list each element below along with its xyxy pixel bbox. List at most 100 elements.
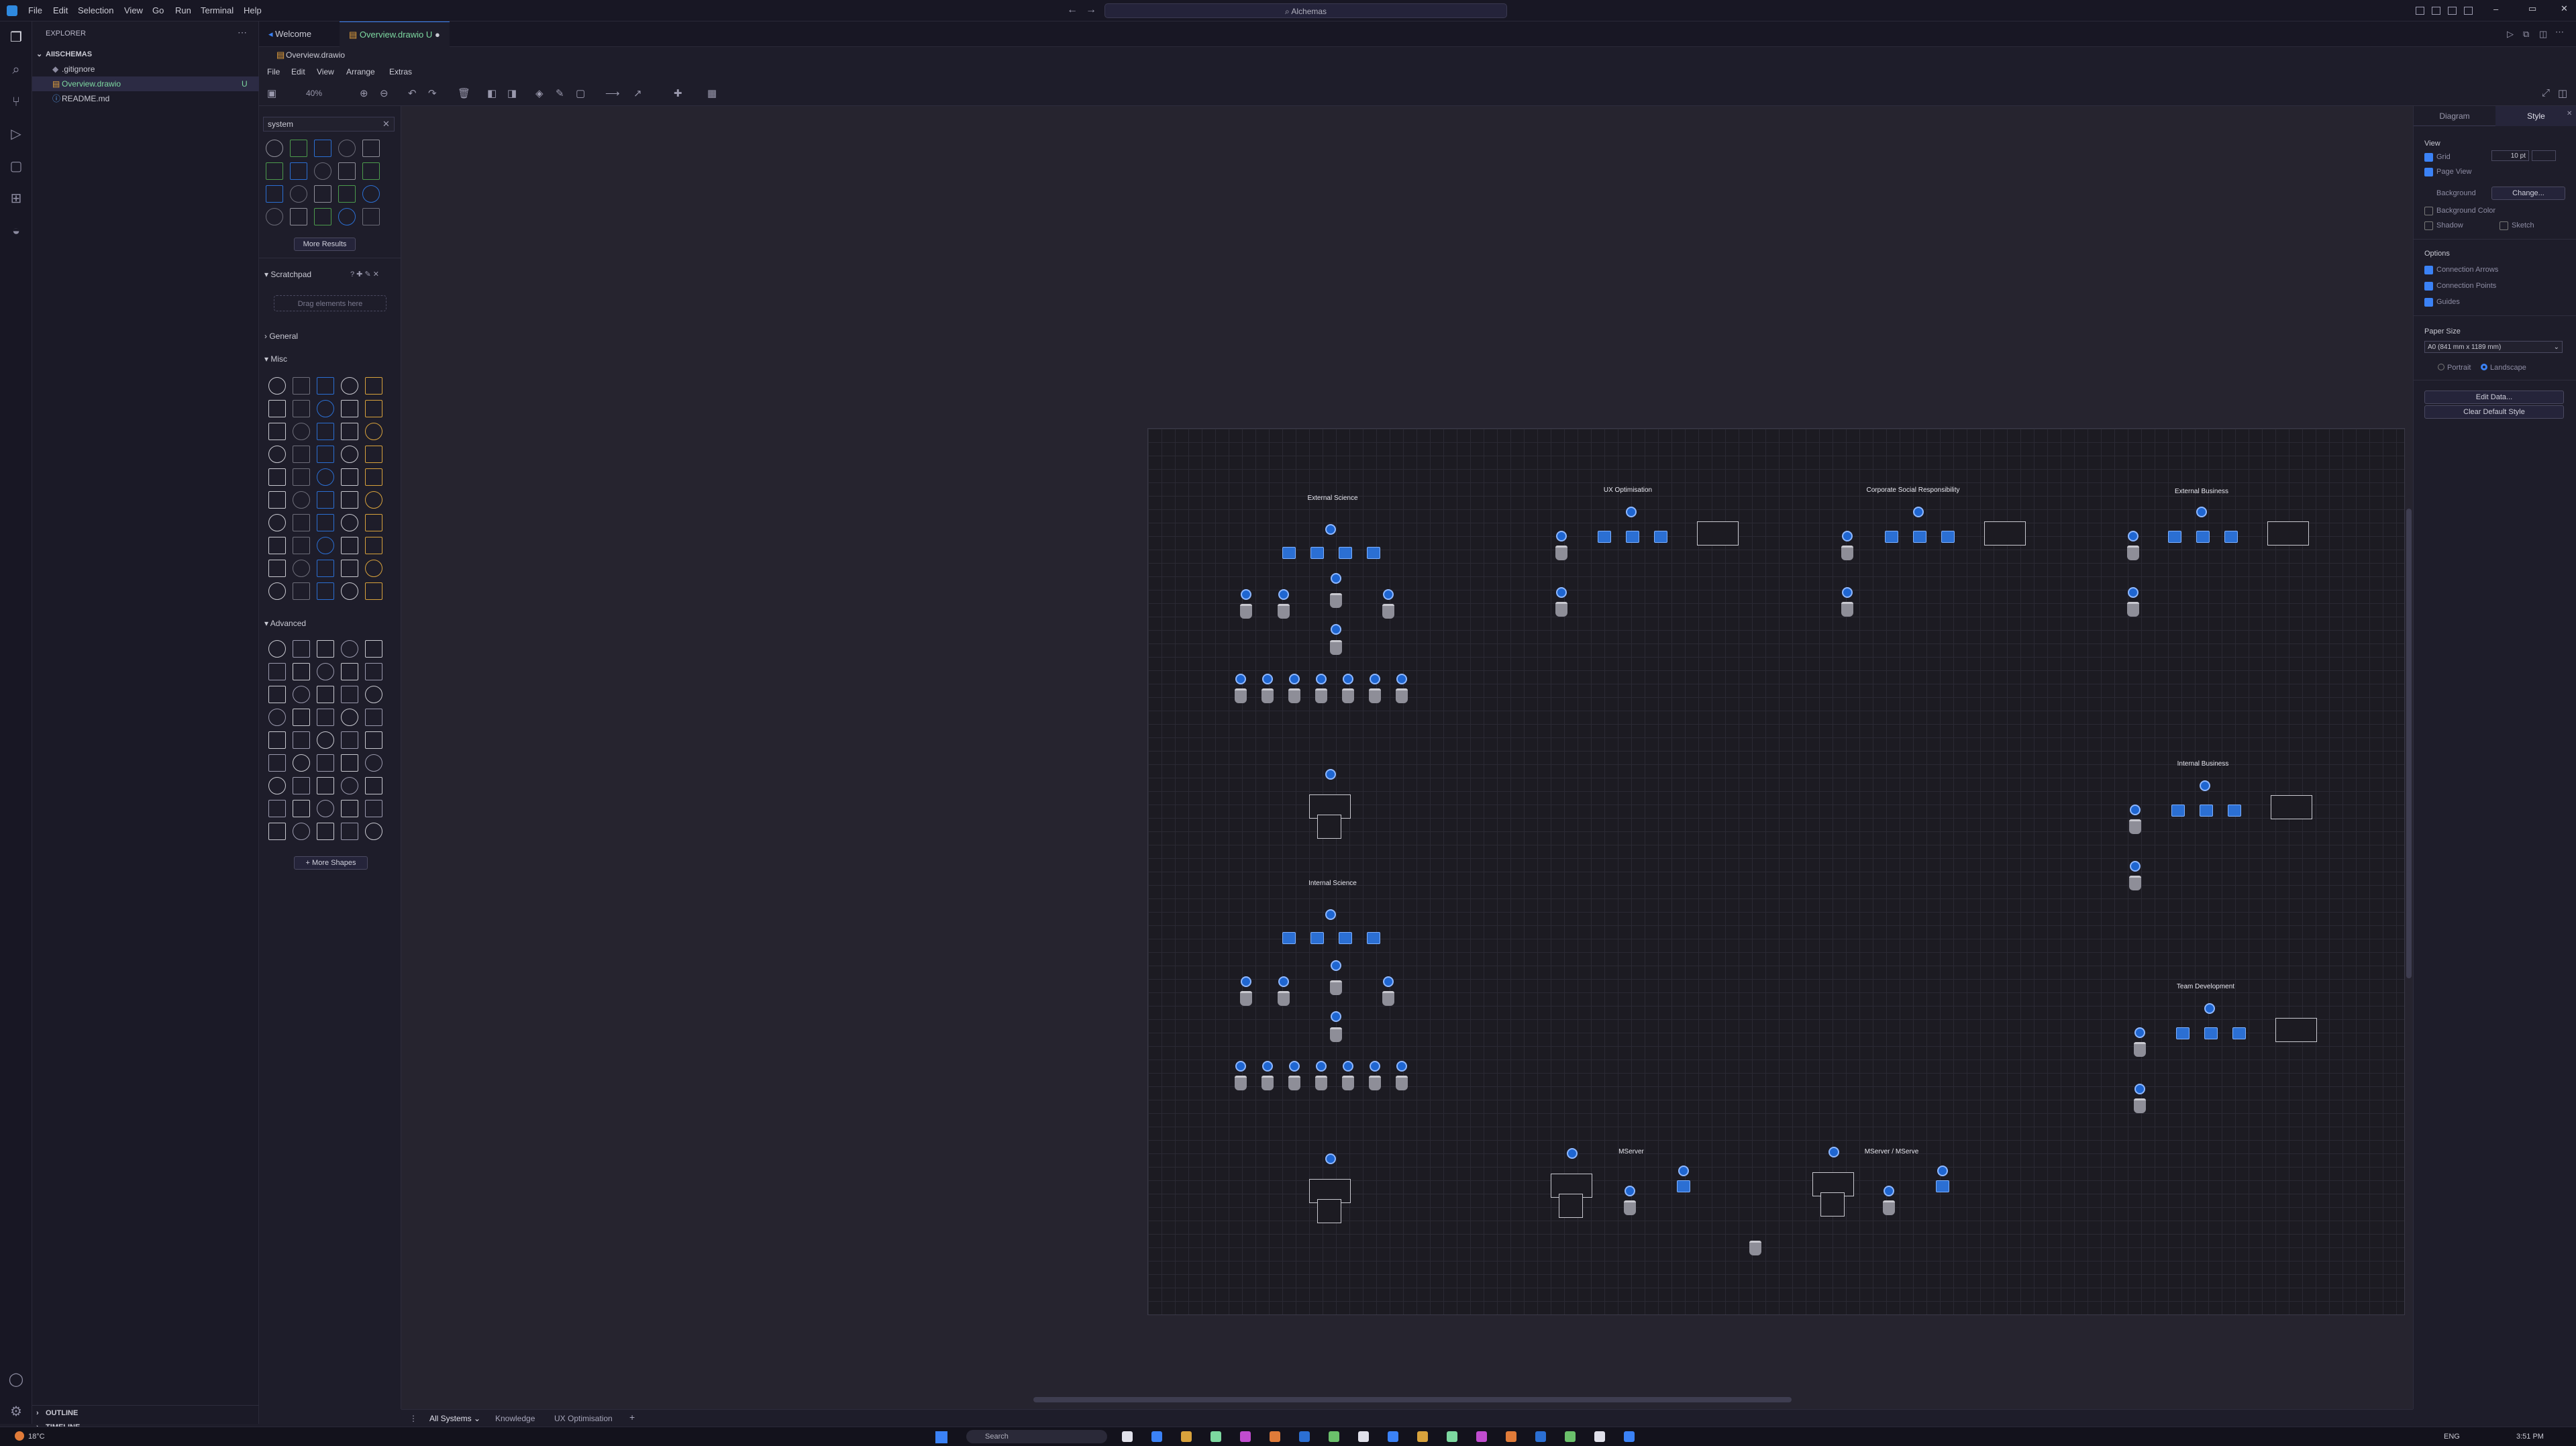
shape-thumbnail[interactable] bbox=[293, 377, 310, 395]
service-block[interactable] bbox=[2196, 531, 2210, 543]
shape-thumbnail[interactable] bbox=[293, 491, 310, 509]
group-title[interactable]: Internal Business bbox=[2177, 760, 2229, 768]
diagram-layer[interactable]: External Science UX Optimisation Corporate… bbox=[1148, 429, 2406, 1316]
fullscreen-icon[interactable]: ⤢ bbox=[2542, 87, 2550, 99]
service-card[interactable] bbox=[1697, 521, 1739, 546]
shape-thumbnail[interactable] bbox=[268, 663, 286, 680]
service-block[interactable] bbox=[1282, 932, 1296, 944]
outline-section[interactable]: › OUTLINE bbox=[32, 1405, 259, 1421]
taskbar-app-icon[interactable] bbox=[1240, 1431, 1251, 1442]
format-panel-toggle-icon[interactable]: ▣ bbox=[267, 87, 276, 99]
shape-thumbnail[interactable] bbox=[314, 140, 331, 157]
shape-thumbnail[interactable] bbox=[317, 686, 334, 703]
group-title[interactable]: Internal Science bbox=[1308, 880, 1357, 887]
shape-thumbnail[interactable] bbox=[317, 709, 334, 726]
shape-thumbnail[interactable] bbox=[268, 709, 286, 726]
grid-color-swatch[interactable] bbox=[2532, 150, 2556, 161]
database-node[interactable] bbox=[1278, 604, 1290, 619]
grid-checkbox[interactable] bbox=[2424, 153, 2433, 162]
shape-thumbnail[interactable] bbox=[268, 582, 286, 600]
shape-thumbnail[interactable] bbox=[341, 377, 358, 395]
shape-thumbnail[interactable] bbox=[341, 582, 358, 600]
connector-node[interactable] bbox=[1331, 960, 1341, 971]
service-block[interactable] bbox=[2168, 531, 2181, 543]
page-view-checkbox[interactable] bbox=[2424, 168, 2433, 176]
shape-thumbnail[interactable] bbox=[341, 686, 358, 703]
shape-thumbnail[interactable] bbox=[317, 754, 334, 772]
connector-node[interactable] bbox=[1235, 1061, 1246, 1072]
layout-controls[interactable] bbox=[2416, 5, 2483, 16]
shape-thumbnail[interactable] bbox=[293, 823, 310, 840]
run-icon[interactable]: ▷ bbox=[2507, 29, 2514, 40]
database-node[interactable] bbox=[1261, 1076, 1274, 1090]
weather-temp[interactable]: 18°C bbox=[28, 1433, 45, 1441]
shape-thumbnail[interactable] bbox=[317, 537, 334, 554]
connector-node[interactable] bbox=[1343, 674, 1353, 684]
shape-thumbnail[interactable] bbox=[293, 800, 310, 817]
misc-section[interactable]: ▾ Misc bbox=[264, 354, 287, 364]
arrow-right-icon[interactable]: → bbox=[1086, 4, 1096, 16]
database-node[interactable] bbox=[1342, 688, 1354, 703]
drawio-menu-extras[interactable]: Extras bbox=[389, 67, 412, 76]
shape-thumbnail[interactable] bbox=[338, 162, 356, 180]
connector-node[interactable] bbox=[1235, 674, 1246, 684]
shadow-checkbox[interactable] bbox=[2424, 221, 2433, 230]
database-node[interactable] bbox=[1288, 688, 1300, 703]
toggle-sidebar-icon[interactable] bbox=[2416, 7, 2424, 15]
database-node[interactable] bbox=[1369, 688, 1381, 703]
connector-node[interactable] bbox=[2130, 805, 2141, 815]
service-block[interactable] bbox=[1677, 1180, 1690, 1192]
shape-thumbnail[interactable] bbox=[293, 537, 310, 554]
shape-thumbnail[interactable] bbox=[365, 423, 382, 440]
connector-node[interactable] bbox=[1325, 1153, 1336, 1164]
file-item-selected[interactable]: ▤ Overview.drawio U bbox=[32, 76, 259, 91]
connector-node[interactable] bbox=[1842, 531, 1853, 541]
connector-node[interactable] bbox=[2200, 780, 2210, 791]
pages-menu-icon[interactable]: ⋮ bbox=[409, 1414, 417, 1423]
shape-thumbnail[interactable] bbox=[317, 560, 334, 577]
split-editor-icon[interactable]: ◫ bbox=[2539, 29, 2547, 40]
shape-thumbnail[interactable] bbox=[341, 560, 358, 577]
table-icon[interactable]: ▦ bbox=[707, 87, 717, 99]
close-format-icon[interactable]: ✕ bbox=[2567, 110, 2572, 117]
shape-thumbnail[interactable] bbox=[268, 731, 286, 749]
shape-thumbnail[interactable] bbox=[268, 777, 286, 794]
more-shapes-button[interactable]: + More Shapes bbox=[294, 856, 368, 870]
connector-node[interactable] bbox=[1241, 589, 1251, 600]
shape-thumbnail[interactable] bbox=[268, 823, 286, 840]
shape-thumbnail[interactable] bbox=[268, 446, 286, 463]
database-node[interactable] bbox=[1342, 1076, 1354, 1090]
minimize-icon[interactable]: – bbox=[2493, 4, 2498, 14]
remote-explorer-icon[interactable]: ▢ bbox=[8, 158, 24, 174]
database-node[interactable] bbox=[1555, 546, 1567, 560]
connector-node[interactable] bbox=[1278, 976, 1289, 987]
connector-node[interactable] bbox=[1567, 1148, 1578, 1159]
page-tab-all-systems[interactable]: All Systems ⌄ bbox=[429, 1414, 480, 1423]
service-block[interactable] bbox=[1367, 932, 1380, 944]
insert-icon[interactable]: ✚ bbox=[674, 87, 682, 99]
database-node[interactable] bbox=[2129, 819, 2141, 834]
scratchpad-section[interactable]: ▾ Scratchpad bbox=[264, 270, 311, 279]
service-block[interactable] bbox=[1913, 531, 1926, 543]
shape-thumbnail[interactable] bbox=[293, 582, 310, 600]
shape-thumbnail[interactable] bbox=[365, 468, 382, 486]
fill-color-icon[interactable]: ◈ bbox=[535, 87, 544, 99]
menu-view[interactable]: View bbox=[124, 5, 143, 15]
edit-data-button[interactable]: Edit Data... bbox=[2424, 391, 2564, 404]
file-item[interactable]: ◆ .gitignore bbox=[32, 62, 259, 76]
shape-thumbnail[interactable] bbox=[365, 709, 382, 726]
connector-node[interactable] bbox=[1370, 1061, 1380, 1072]
service-block[interactable] bbox=[1310, 932, 1324, 944]
taskbar-app-icon[interactable] bbox=[1447, 1431, 1457, 1442]
connector-node[interactable] bbox=[2128, 587, 2139, 598]
service-block[interactable] bbox=[2171, 805, 2185, 817]
paper-size-select[interactable]: A0 (841 mm x 1189 mm) ⌄ bbox=[2424, 341, 2563, 353]
shape-thumbnail[interactable] bbox=[341, 800, 358, 817]
service-block[interactable] bbox=[1367, 547, 1380, 559]
shape-thumbnail[interactable] bbox=[317, 514, 334, 531]
service-card[interactable] bbox=[1984, 521, 2026, 546]
group-title[interactable]: MServer / MServe bbox=[1865, 1148, 1919, 1155]
connector-node[interactable] bbox=[1289, 1061, 1300, 1072]
shape-thumbnail[interactable] bbox=[266, 208, 283, 225]
customize-layout-icon[interactable] bbox=[2464, 7, 2473, 15]
